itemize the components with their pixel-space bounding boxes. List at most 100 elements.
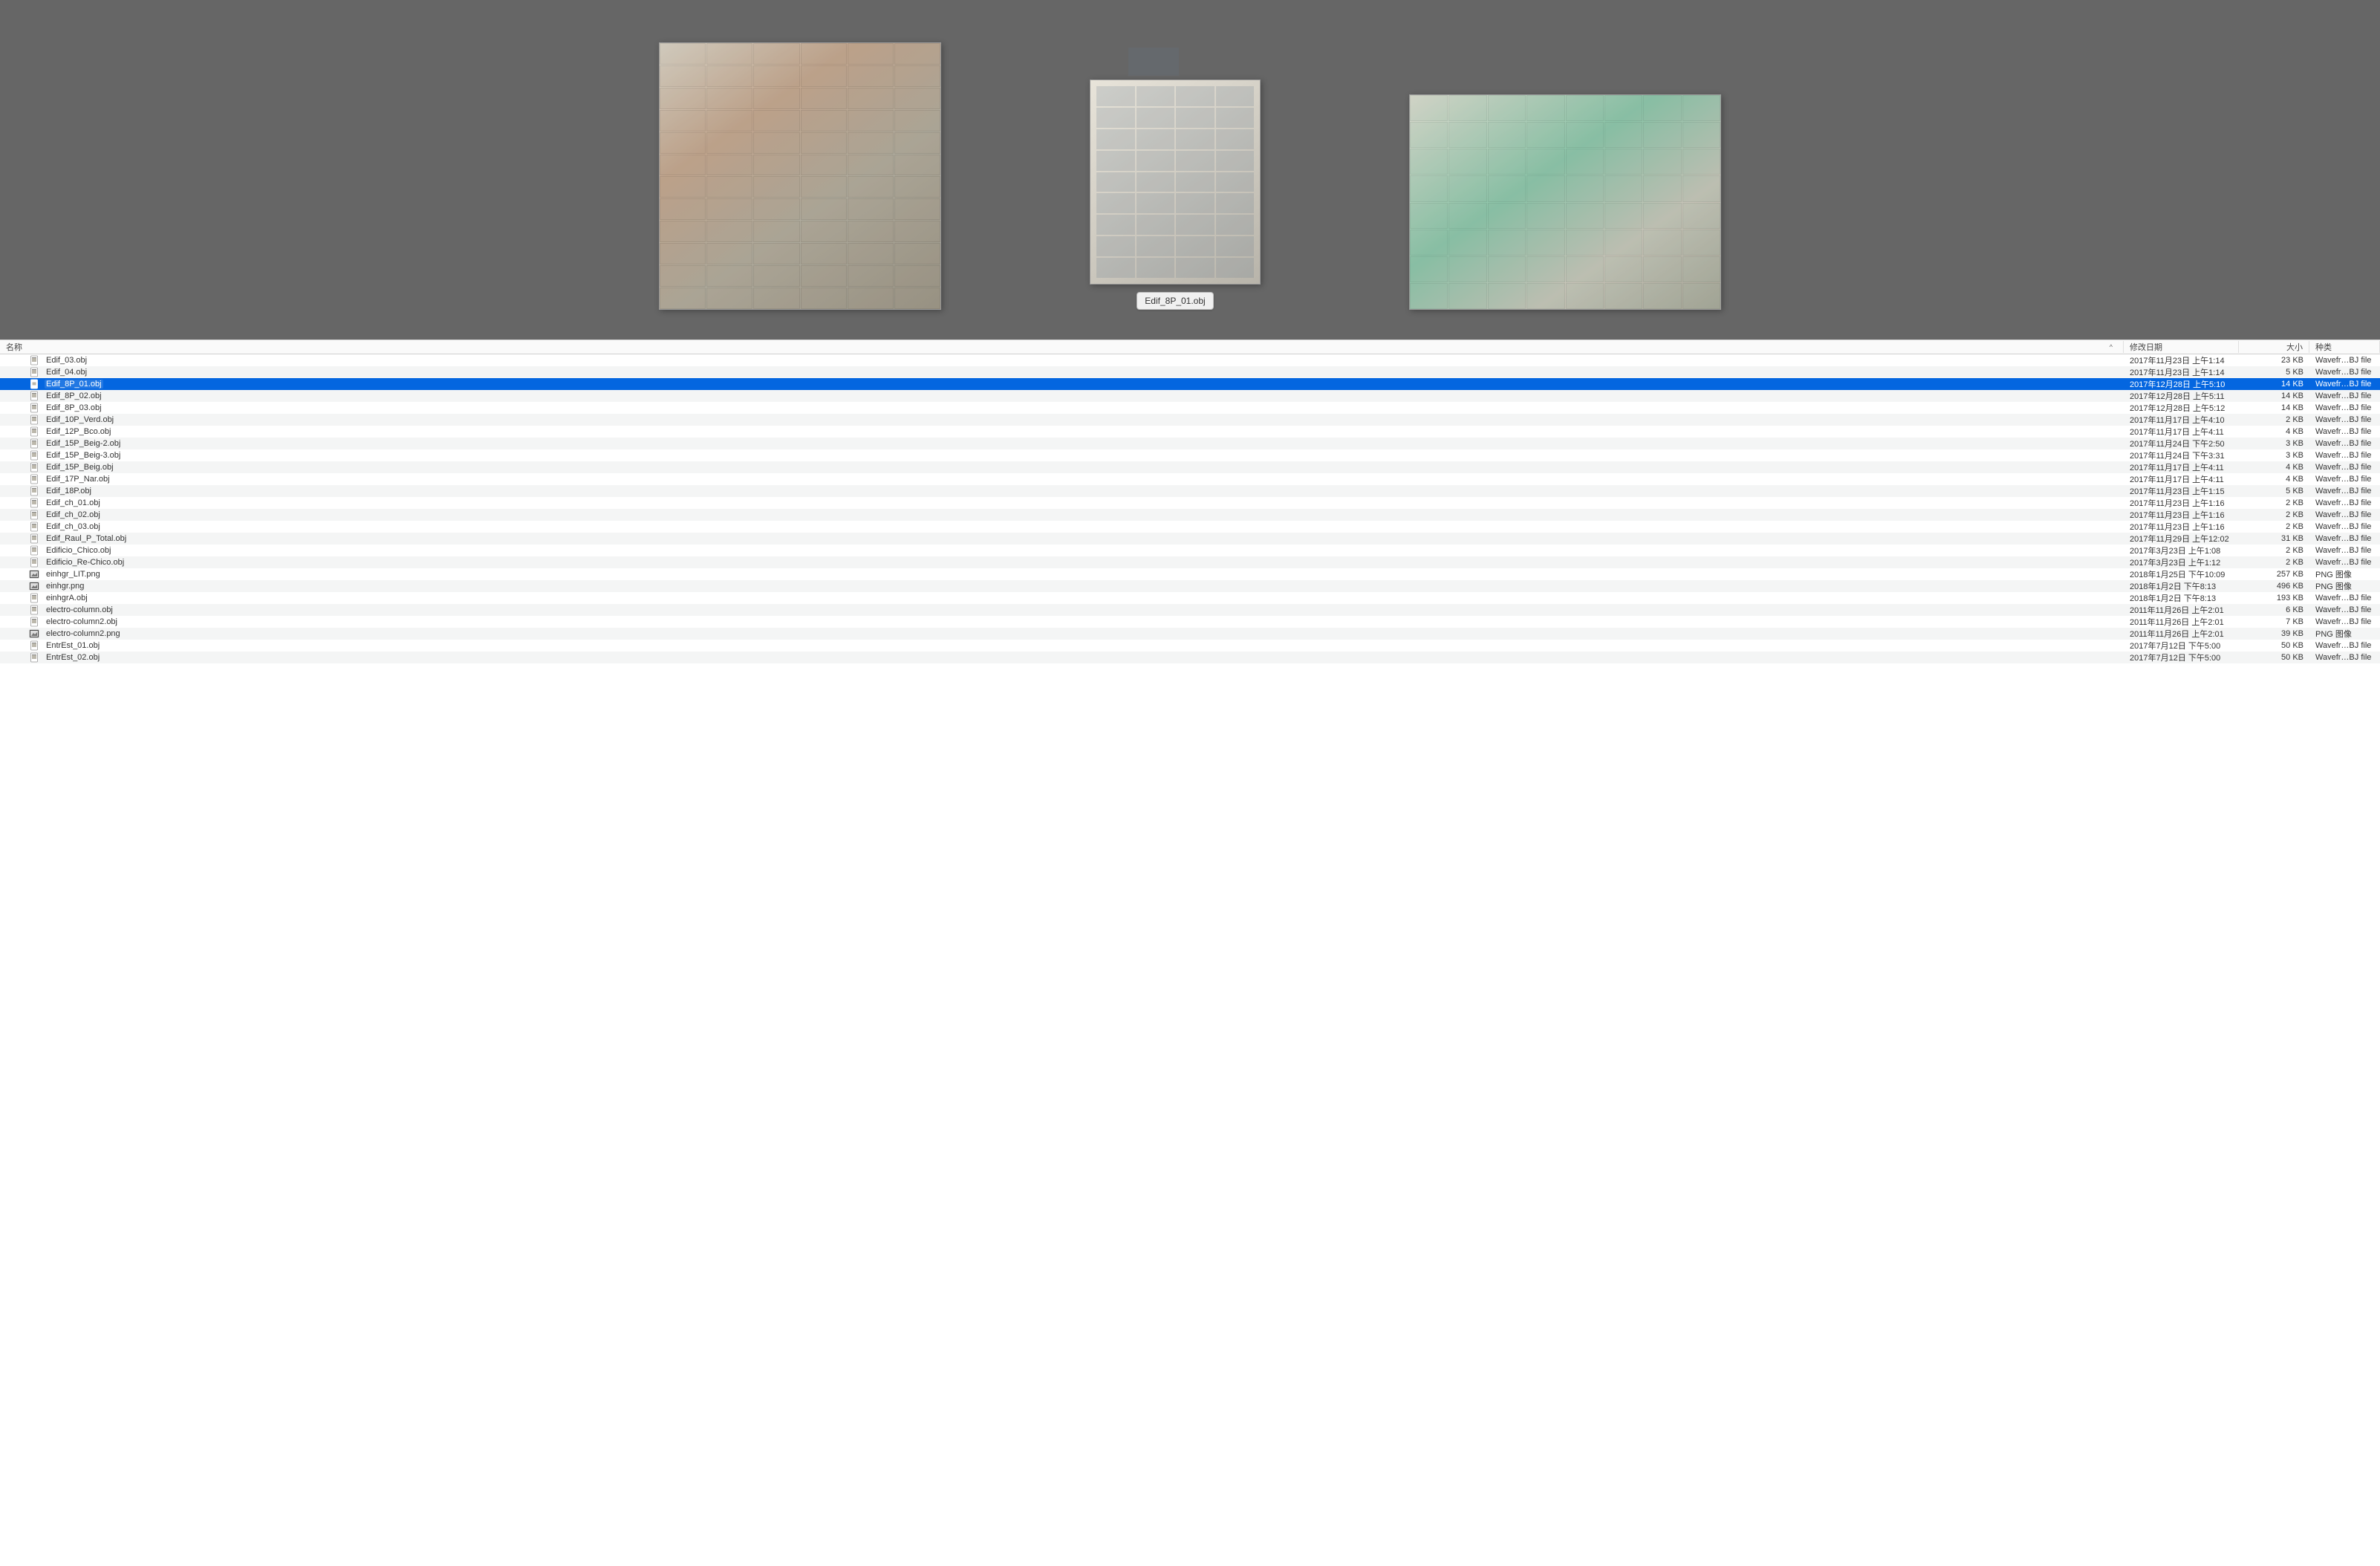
file-name-cell: Edif_15P_Beig.obj — [0, 462, 2124, 472]
file-row[interactable]: einhgrA.obj2018年1月2日 下午8:13193 KBWavefr…… — [0, 592, 2380, 604]
file-row[interactable]: Edif_ch_01.obj2017年11月23日 上午1:162 KBWave… — [0, 497, 2380, 509]
file-size-cell: 2 KB — [2239, 415, 2309, 424]
file-name-cell: Edif_ch_01.obj — [0, 498, 2124, 508]
file-row[interactable]: einhgr.png2018年1月2日 下午8:13496 KBPNG 图像 — [0, 580, 2380, 592]
file-name-cell: einhgr_LIT.png — [0, 569, 2124, 579]
column-header-name[interactable]: 名称 ^ — [0, 341, 2124, 353]
file-name-cell: Edificio_Re-Chico.obj — [0, 557, 2124, 568]
obj-file-icon — [28, 533, 40, 544]
file-size-cell: 23 KB — [2239, 356, 2309, 365]
file-date-cell: 2017年11月24日 下午2:50 — [2124, 438, 2239, 449]
file-name-text: Edif_8P_02.obj — [45, 392, 103, 400]
file-row[interactable]: Edif_8P_03.obj 2017年12月28日 上午5:1214 KBWav… — [0, 402, 2380, 414]
file-row[interactable]: electro-column2.obj2011年11月26日 上午2:017 K… — [0, 616, 2380, 628]
column-label: 名称 — [6, 341, 22, 353]
file-size-cell: 2 KB — [2239, 510, 2309, 519]
file-name-cell: Edif_Raul_P_Total.obj — [0, 533, 2124, 544]
file-row[interactable]: Edif_ch_03.obj2017年11月23日 上午1:162 KBWave… — [0, 521, 2380, 533]
file-row[interactable]: Edif_04.obj2017年11月23日 上午1:145 KBWavefr…… — [0, 366, 2380, 378]
file-row[interactable]: Edif_03.obj2017年11月23日 上午1:1423 KBWavefr… — [0, 354, 2380, 366]
billboard-icon — [1128, 47, 1180, 77]
obj-file-icon — [28, 593, 40, 603]
file-row[interactable]: Edif_15P_Beig.obj2017年11月17日 上午4:114 KBW… — [0, 461, 2380, 473]
file-row[interactable]: Edif_ch_02.obj2017年11月23日 上午1:162 KBWave… — [0, 509, 2380, 521]
png-file-icon — [28, 628, 40, 639]
file-row[interactable]: Edif_15P_Beig-2.obj2017年11月24日 下午2:503 K… — [0, 438, 2380, 449]
obj-file-icon — [28, 462, 40, 472]
file-name-cell: Edif_04.obj — [0, 367, 2124, 377]
file-size-cell: 14 KB — [2239, 403, 2309, 412]
file-name-text: Edif_12P_Bco.obj — [45, 427, 112, 436]
obj-file-icon — [28, 415, 40, 425]
obj-file-icon — [28, 652, 40, 663]
file-row[interactable]: einhgr_LIT.png2018年1月25日 下午10:09257 KBPN… — [0, 568, 2380, 580]
file-row[interactable]: Edif_17P_Nar.obj2017年11月17日 上午4:114 KBWa… — [0, 473, 2380, 485]
file-date-cell: 2011年11月26日 上午2:01 — [2124, 628, 2239, 640]
file-row[interactable]: Edif_18P.obj2017年11月23日 上午1:155 KBWavefr… — [0, 485, 2380, 497]
file-name-cell: Edificio_Chico.obj — [0, 545, 2124, 556]
file-kind-cell: Wavefr…BJ file — [2309, 546, 2380, 555]
file-size-cell: 50 KB — [2239, 641, 2309, 650]
file-date-cell: 2017年12月28日 上午5:12 — [2124, 402, 2239, 414]
file-kind-cell: Wavefr…BJ file — [2309, 380, 2380, 389]
file-date-cell: 2017年11月23日 上午1:14 — [2124, 354, 2239, 366]
file-name-cell: Edif_17P_Nar.obj — [0, 474, 2124, 484]
preview-thumb-next[interactable] — [1409, 94, 1721, 310]
coverflow-preview-pane[interactable]: Edif_8P_01.obj — [0, 0, 2380, 339]
file-row[interactable]: Edificio_Re-Chico.obj2017年3月23日 上午1:122 … — [0, 556, 2380, 568]
file-name-text: Edif_8P_03.obj — [45, 403, 103, 412]
file-row[interactable]: Edif_10P_Verd.obj2017年11月17日 上午4:102 KBW… — [0, 414, 2380, 426]
file-row[interactable]: Edif_12P_Bco.obj2017年11月17日 上午4:114 KBWa… — [0, 426, 2380, 438]
file-kind-cell: Wavefr…BJ file — [2309, 617, 2380, 626]
file-name-text: Edificio_Re-Chico.obj — [45, 558, 126, 567]
file-list[interactable]: Edif_03.obj2017年11月23日 上午1:1423 KBWavefr… — [0, 354, 2380, 1566]
file-kind-cell: Wavefr…BJ file — [2309, 510, 2380, 519]
column-header-size[interactable]: 大小 — [2239, 341, 2309, 353]
obj-file-icon — [28, 545, 40, 556]
file-name-text: Edif_17P_Nar.obj — [45, 475, 111, 484]
preview-thumb-current[interactable]: Edif_8P_01.obj — [1090, 79, 1261, 310]
file-size-cell: 4 KB — [2239, 475, 2309, 484]
column-header-date[interactable]: 修改日期 — [2124, 341, 2239, 353]
obj-file-icon — [28, 426, 40, 437]
file-name-cell: EntrEst_01.obj — [0, 640, 2124, 651]
file-row[interactable]: EntrEst_01.obj2017年7月12日 下午5:0050 KBWave… — [0, 640, 2380, 652]
file-date-cell: 2017年11月23日 上午1:14 — [2124, 366, 2239, 378]
file-row[interactable]: EntrEst_02.obj2017年7月12日 下午5:0050 KBWave… — [0, 652, 2380, 663]
file-date-cell: 2017年11月17日 上午4:11 — [2124, 426, 2239, 438]
obj-file-icon — [28, 605, 40, 615]
file-kind-cell: PNG 图像 — [2309, 568, 2380, 580]
file-kind-cell: Wavefr…BJ file — [2309, 498, 2380, 507]
file-size-cell: 496 KB — [2239, 582, 2309, 591]
file-row[interactable]: electro-column2.png2011年11月26日 上午2:0139 … — [0, 628, 2380, 640]
preview-thumb-prev[interactable] — [659, 42, 941, 310]
column-header-kind[interactable]: 种类 — [2309, 341, 2380, 353]
file-date-cell: 2017年11月17日 上午4:11 — [2124, 473, 2239, 485]
file-date-cell: 2011年11月26日 上午2:01 — [2124, 604, 2239, 616]
file-row[interactable]: Edif_8P_01.obj2017年12月28日 上午5:1014 KBWav… — [0, 378, 2380, 390]
obj-file-icon — [28, 391, 40, 401]
file-row[interactable]: Edif_Raul_P_Total.obj2017年11月29日 上午12:02… — [0, 533, 2380, 545]
file-name-text: electro-column2.obj — [45, 617, 119, 626]
file-name-text: Edificio_Chico.obj — [45, 546, 112, 555]
file-name-cell: Edif_8P_02.obj — [0, 391, 2124, 401]
file-row[interactable]: electro-column.obj2011年11月26日 上午2:016 KB… — [0, 604, 2380, 616]
file-size-cell: 7 KB — [2239, 617, 2309, 626]
file-size-cell: 5 KB — [2239, 487, 2309, 496]
file-size-cell: 3 KB — [2239, 439, 2309, 448]
file-kind-cell: Wavefr…BJ file — [2309, 403, 2380, 412]
file-size-cell: 2 KB — [2239, 546, 2309, 555]
file-row[interactable]: Edif_8P_02.obj2017年12月28日 上午5:1114 KBWav… — [0, 390, 2380, 402]
file-date-cell: 2017年11月24日 下午3:31 — [2124, 449, 2239, 461]
file-kind-cell: Wavefr…BJ file — [2309, 392, 2380, 400]
file-row[interactable]: Edif_15P_Beig-3.obj2017年11月24日 下午3:313 K… — [0, 449, 2380, 461]
file-name-text: Edif_ch_03.obj — [45, 522, 102, 531]
sort-ascending-icon: ^ — [2110, 343, 2113, 351]
obj-file-icon — [28, 510, 40, 520]
file-size-cell: 2 KB — [2239, 558, 2309, 567]
obj-file-icon — [28, 450, 40, 461]
file-kind-cell: Wavefr…BJ file — [2309, 534, 2380, 543]
file-name-cell: Edif_18P.obj — [0, 486, 2124, 496]
file-kind-cell: Wavefr…BJ file — [2309, 522, 2380, 531]
file-row[interactable]: Edificio_Chico.obj2017年3月23日 上午1:082 KBW… — [0, 545, 2380, 556]
